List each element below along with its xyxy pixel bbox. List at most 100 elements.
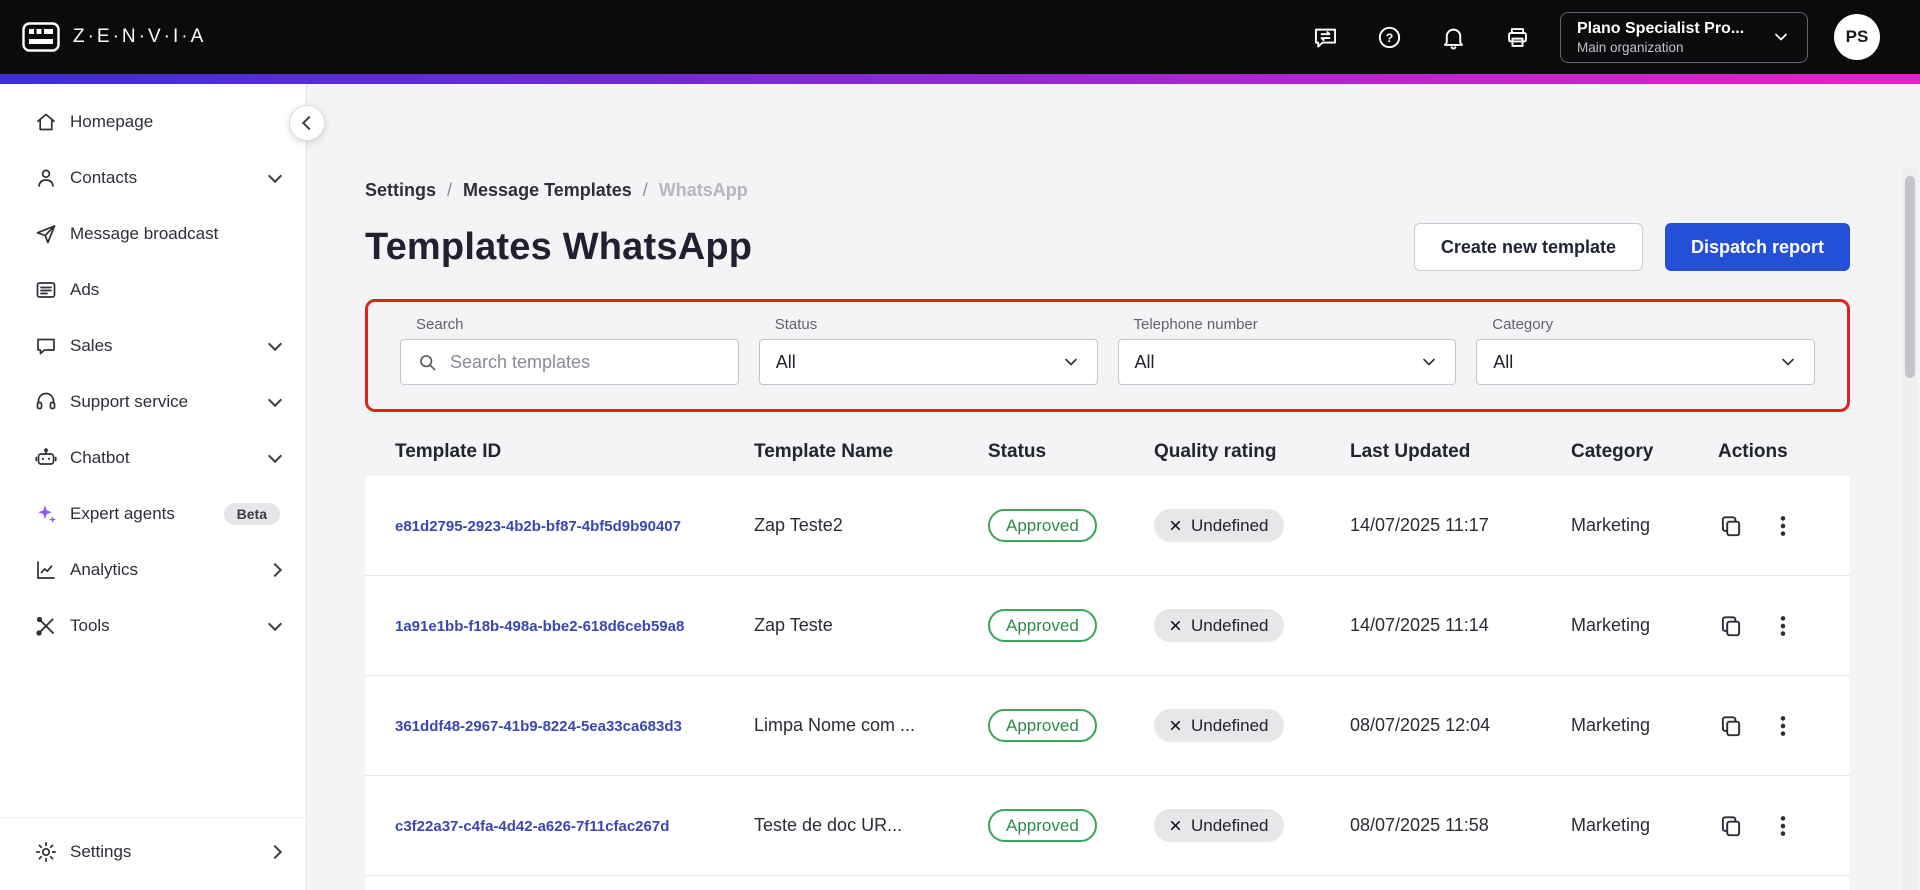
sidebar-item-label: Ads [70, 280, 100, 299]
sidebar-item-label: Homepage [70, 112, 154, 131]
help-icon[interactable]: ? [1374, 22, 1404, 52]
create-new-template-button[interactable]: Create new template [1413, 223, 1643, 271]
sidebar-item-analytics[interactable]: Analytics [0, 542, 306, 598]
category-cell: Marketing [1571, 515, 1651, 535]
home-icon [34, 110, 58, 134]
search-control [400, 339, 739, 385]
contacts-icon [34, 166, 58, 190]
dispatch-report-button[interactable]: Dispatch report [1664, 223, 1850, 271]
category-select-value: All [1493, 351, 1514, 372]
template-name-cell: Zap Teste [754, 615, 833, 635]
chevron-down-icon [1771, 27, 1791, 47]
scrollbar-thumb[interactable] [1905, 176, 1915, 378]
category-cell: Marketing [1571, 715, 1651, 735]
tools-icon [34, 614, 58, 638]
chevron-down-icon [267, 336, 283, 351]
organization-text: Plano Specialist Pro... Main organizatio… [1577, 20, 1744, 55]
sidebar-item-label: Settings [70, 842, 132, 861]
chevron-down-icon [1778, 352, 1798, 372]
conversations-icon[interactable] [1310, 22, 1340, 52]
x-icon [1169, 819, 1182, 832]
organization-selector[interactable]: Plano Specialist Pro... Main organizatio… [1560, 11, 1808, 63]
main-content: Settings / Message Templates / WhatsApp … [307, 84, 1920, 890]
print-icon[interactable] [1502, 22, 1532, 52]
chevron-down-icon [267, 168, 283, 183]
status-badge-label: Approved [1006, 815, 1079, 835]
kebab-menu-icon[interactable] [1770, 513, 1796, 539]
category-select[interactable]: All [1476, 339, 1815, 385]
status-select[interactable]: All [758, 339, 1098, 385]
kebab-menu-icon[interactable] [1770, 813, 1796, 839]
status-badge: Approved [988, 509, 1097, 542]
quality-rating-label: Undefined [1191, 515, 1269, 535]
sidebar-item-contacts[interactable]: Contacts [0, 150, 306, 206]
quality-rating-label: Undefined [1191, 715, 1269, 735]
brand-gradient-strip [0, 74, 1920, 84]
search-icon [417, 352, 438, 373]
breadcrumb-settings[interactable]: Settings [365, 180, 436, 201]
status-badge: Approved [988, 709, 1097, 742]
last-updated-cell: 14/07/2025 11:17 [1350, 515, 1489, 535]
chevron-down-icon [267, 616, 283, 631]
zenvia-logo[interactable]: Z·E·N·V·I·A [22, 22, 206, 52]
breadcrumb-message-templates[interactable]: Message Templates [463, 180, 632, 201]
column-header-actions: Actions [1718, 441, 1788, 462]
x-icon [1169, 619, 1182, 632]
template-id-link[interactable]: e81d2795-2923-4b2b-bf87-4bf5d9b90407 [395, 518, 681, 535]
status-badge: Approved [988, 809, 1097, 842]
row-actions [1718, 613, 1850, 639]
sidebar-item-expert-agents[interactable]: Expert agents Beta [0, 486, 306, 542]
chevron-left-icon [301, 115, 317, 131]
sidebar-item-settings[interactable]: Settings [0, 824, 306, 880]
copy-icon[interactable] [1718, 713, 1744, 739]
sidebar-item-label: Message broadcast [70, 224, 219, 243]
copy-icon[interactable] [1718, 613, 1744, 639]
last-updated-cell: 14/07/2025 11:14 [1350, 615, 1489, 635]
notifications-icon[interactable] [1438, 22, 1468, 52]
page-actions: Create new template Dispatch report [1413, 223, 1850, 271]
sidebar-item-message-broadcast[interactable]: Message broadcast [0, 206, 306, 262]
organization-subtitle: Main organization [1577, 39, 1684, 55]
x-icon [1169, 519, 1182, 532]
sidebar-item-sales[interactable]: Sales [0, 318, 306, 374]
x-icon [1169, 719, 1182, 732]
copy-icon[interactable] [1718, 513, 1744, 539]
category-cell: Marketing [1571, 615, 1651, 635]
sidebar-item-homepage[interactable]: Homepage [0, 94, 306, 150]
sidebar-item-chatbot[interactable]: Chatbot [0, 430, 306, 486]
quality-rating-badge: Undefined [1154, 609, 1284, 642]
kebab-menu-icon[interactable] [1770, 713, 1796, 739]
vertical-scrollbar[interactable] [1903, 168, 1917, 890]
avatar[interactable]: PS [1834, 14, 1880, 60]
sidebar: Homepage Contacts Message broadcast Ads … [0, 84, 325, 890]
chevron-right-icon [267, 844, 283, 860]
sidebar-collapse-button[interactable] [289, 105, 325, 141]
table-body: e81d2795-2923-4b2b-bf87-4bf5d9b90407 Zap… [365, 476, 1850, 876]
table-row: 1a91e1bb-f18b-498a-bbe2-618d6ceb59a8 Zap… [365, 576, 1850, 676]
telephone-number-select[interactable]: All [1117, 339, 1457, 385]
sidebar-item-support-service[interactable]: Support service [0, 374, 306, 430]
table-row-partial [365, 876, 1850, 890]
search-input[interactable] [450, 351, 722, 373]
svg-text:?: ? [1385, 31, 1393, 45]
page-layout: Homepage Contacts Message broadcast Ads … [0, 84, 1920, 890]
status-badge-label: Approved [1006, 515, 1079, 535]
copy-icon[interactable] [1718, 813, 1744, 839]
template-id-link[interactable]: c3f22a37-c4fa-4d42-a626-7f11cfac267d [395, 818, 669, 835]
category-label: Category [1492, 316, 1554, 333]
template-id-link[interactable]: 1a91e1bb-f18b-498a-bbe2-618d6ceb59a8 [395, 618, 684, 635]
filter-phone-group: Telephone number All [1117, 316, 1457, 385]
row-actions [1718, 713, 1850, 739]
chatbot-icon [34, 446, 58, 470]
breadcrumb-separator: / [642, 180, 648, 200]
template-id-link[interactable]: 361ddf48-2967-41b9-8224-5ea33ca683d3 [395, 718, 682, 735]
kebab-menu-icon[interactable] [1770, 613, 1796, 639]
filter-status-group: Status All [758, 316, 1098, 385]
sidebar-item-tools[interactable]: Tools [0, 598, 306, 654]
sidebar-item-label: Support service [70, 392, 189, 411]
quality-rating-badge: Undefined [1154, 509, 1284, 542]
zenvia-logo-text: Z·E·N·V·I·A [73, 26, 207, 47]
sidebar-item-ads[interactable]: Ads [0, 262, 306, 318]
sparkles-icon [34, 502, 58, 526]
filter-category-group: Category All [1476, 316, 1815, 385]
